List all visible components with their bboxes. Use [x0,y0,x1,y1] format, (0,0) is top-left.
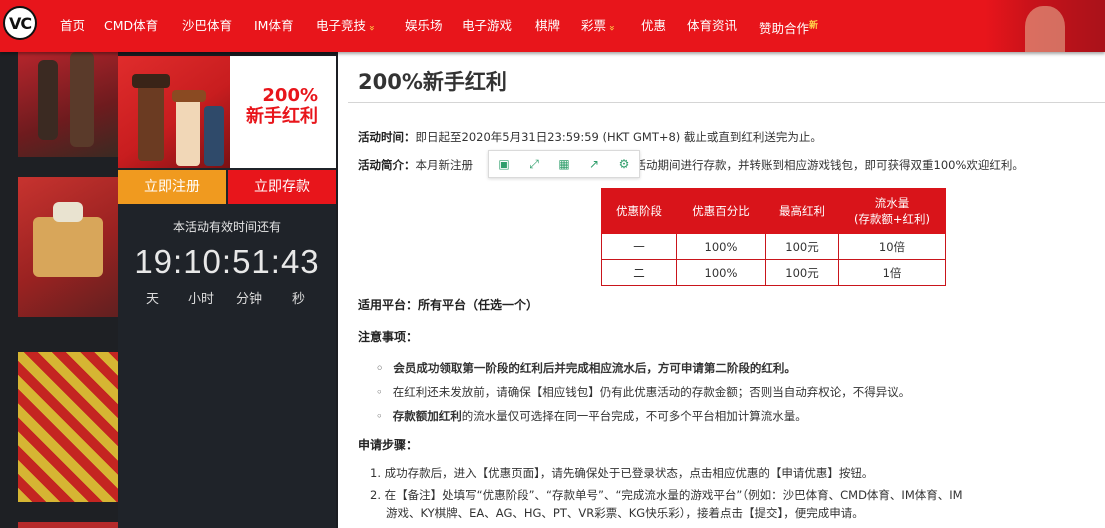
nav-item[interactable]: 沙巴体育 [182,17,232,35]
cowboy-banner-art [118,56,230,168]
activity-time-label: 活动时间： [358,130,416,144]
top-navigation: VC 首页 CMD体育 沙巴体育 IM体育 电子竞技» 娱乐场 电子游戏 棋牌 彩票» 优惠 体育资… [0,0,1105,52]
nav-item[interactable]: 体育资讯 [687,17,737,35]
activity-intro: 活动简介：本月新注册 在活动期间进行存款，并转账到相应游戏钱包，即可获得双重100… [358,157,1024,173]
list-item: 1. 成功存款后，进入【优惠页面】，请先确保处于已登录状态，点击相应优惠的【申请… [370,466,874,480]
title-divider [348,102,1105,103]
unit-seconds: 秒 [292,292,306,307]
promo-sidebar: 200% 新手红利 立即注册 立即存款 本活动有效时间还有 19:10:51:4… [118,56,336,528]
steps-title: 申请步骤： [358,438,419,452]
activity-intro-text-b: 在活动期间进行存款，并转账到相应游戏钱包，即可获得双重100%欢迎红利。 [623,158,1024,172]
nav-item[interactable]: 娱乐场 [405,17,443,35]
platform-text: 适用平台：所有平台（任选一个） [358,298,539,312]
list-item: 存款额加红利的流水量仅可选择在同一平台完成，不可多个平台相加计算流水量。 [376,404,910,428]
promo-details: 200%新手红利 活动时间：即日起至2020年5月31日23:59:59 (HK… [338,52,1105,528]
countdown-label: 本活动有效时间还有 [172,220,281,234]
header-promo-image [985,0,1105,52]
note-text: 的流水量仅可选择在同一平台完成，不可多个平台相加计算流水量。 [461,409,807,423]
nav-item-label: 优惠 [641,18,667,33]
table-row: 一 100% 100元 10倍 [601,233,946,260]
banner-title-line2: 新手红利 [246,106,318,127]
nav-item[interactable]: 彩票» [581,17,617,35]
nav-item-label: 首页 [60,18,86,33]
banner-title: 200% 新手红利 [246,86,318,128]
list-item: 在红利还未发放前，请确保【相应钱包】仍有此优惠活动的存款金额；否则当自动弃权论，… [376,380,911,404]
nav-item[interactable]: CMD体育 [104,17,158,35]
nav-item-label: 体育资讯 [687,18,738,33]
activity-time-text: 即日起至2020年5月31日23:59:59 (HKT GMT+8) 截止或直到… [415,130,822,144]
unit-days: 天 [146,292,160,307]
unit-hours: 小时 [188,292,215,307]
activity-time: 活动时间：即日起至2020年5月31日23:59:59 (HKT GMT+8) … [358,129,822,145]
chevron-down-icon: » [366,24,378,32]
new-badge: 新 [809,21,819,31]
nav-item-label: 娱乐场 [405,18,443,33]
list-item: 会员成功领取第一阶段的红利后并完成相应流水后，方可申请第二阶段的红利。 [376,356,910,380]
settings-icon[interactable]: ⚙ [617,157,631,171]
notes-list: 会员成功领取第一阶段的红利后并完成相应流水后，方可申请第二阶段的红利。 在红利还… [376,356,911,428]
table-header: 优惠阶段 [601,188,677,234]
list-item: 游戏、KY棋牌、EA、AG、HG、PT、VR彩票、KG快乐彩），接着点击【提交】… [386,506,864,520]
promo-banner: 200% 新手红利 [118,56,336,168]
nav-item-label: CMD体育 [104,18,159,33]
bonus-table: 优惠阶段 优惠百分比 最高红利 流水量 (存款额+红利) 一 100% 100元… [601,188,946,286]
nav-item[interactable]: 电子游戏 [462,17,512,35]
unit-minutes: 分钟 [236,292,263,307]
game-thumbnail-jersey[interactable] [18,352,118,502]
nav-item[interactable]: 棋牌 [535,17,560,35]
nav-item-label: 电子游戏 [462,18,513,33]
nav-item-label: 赞助合作 [759,21,810,37]
action-buttons: 立即注册 立即存款 [118,170,336,204]
table-cell: 二 [601,259,677,286]
deposit-button[interactable]: 立即存款 [228,170,336,204]
game-thumbnail-cowboys[interactable] [18,52,118,157]
notes-title: 注意事项： [358,330,419,344]
nav-item-label: 电子竞技 [316,18,367,33]
activity-intro-text-a: 本月新注册 [415,158,474,172]
chevron-down-icon: » [606,24,618,32]
nav-item-label: 沙巴体育 [182,18,233,33]
nav-item[interactable]: 优惠 [641,17,666,35]
banner-title-line1: 200% [262,85,318,106]
page-title: 200%新手红利 [358,70,507,94]
expand-icon[interactable]: ⤢ [527,157,541,171]
table-cell: 1倍 [838,259,946,286]
share-icon[interactable]: ↗ [587,157,601,171]
table-cell: 100% [676,233,766,260]
table-header: 流水量 (存款额+红利) [838,188,946,234]
logo-text: VC [8,13,32,33]
register-button[interactable]: 立即注册 [118,170,226,204]
table-cell: 100元 [765,233,839,260]
nav-item-label: 棋牌 [535,18,561,33]
game-thumbnail-treasure[interactable] [18,177,118,317]
left-decoration-column [0,52,118,528]
nav-item[interactable]: 首页 [60,17,85,35]
steps-list: 1. 成功存款后，进入【优惠页面】，请先确保处于已登录状态，点击相应优惠的【申请… [370,464,963,522]
table-row: 二 100% 100元 1倍 [601,259,946,286]
activity-intro-label: 活动简介： [358,158,416,172]
table-cell: 10倍 [838,233,946,260]
table-cell: 100元 [765,259,839,286]
table-cell: 一 [601,233,677,260]
nav-item[interactable]: IM体育 [254,17,293,35]
note-bold: 存款额加红利 [392,409,462,423]
nav-item-label: IM体育 [254,18,294,33]
vc-logo[interactable]: VC [3,6,37,40]
list-item: 2. 在【备注】处填写“优惠阶段”、“存款单号”、“完成流水量的游戏平台”（例如… [370,488,963,502]
table-header: 优惠百分比 [676,188,766,234]
save-icon[interactable]: ▦ [557,157,571,171]
nav-item[interactable]: 赞助合作新 [759,17,819,37]
countdown-timer: 19:10:51:43 [134,243,320,280]
nav-item[interactable]: 电子竞技» [316,17,377,35]
game-thumbnail-partial[interactable] [18,522,118,528]
table-cell: 100% [676,259,766,286]
floating-toolbar: ▣ ⤢ ▦ ↗ ⚙ [488,150,640,178]
copy-icon[interactable]: ▣ [497,157,511,171]
table-header: 最高红利 [765,188,839,234]
